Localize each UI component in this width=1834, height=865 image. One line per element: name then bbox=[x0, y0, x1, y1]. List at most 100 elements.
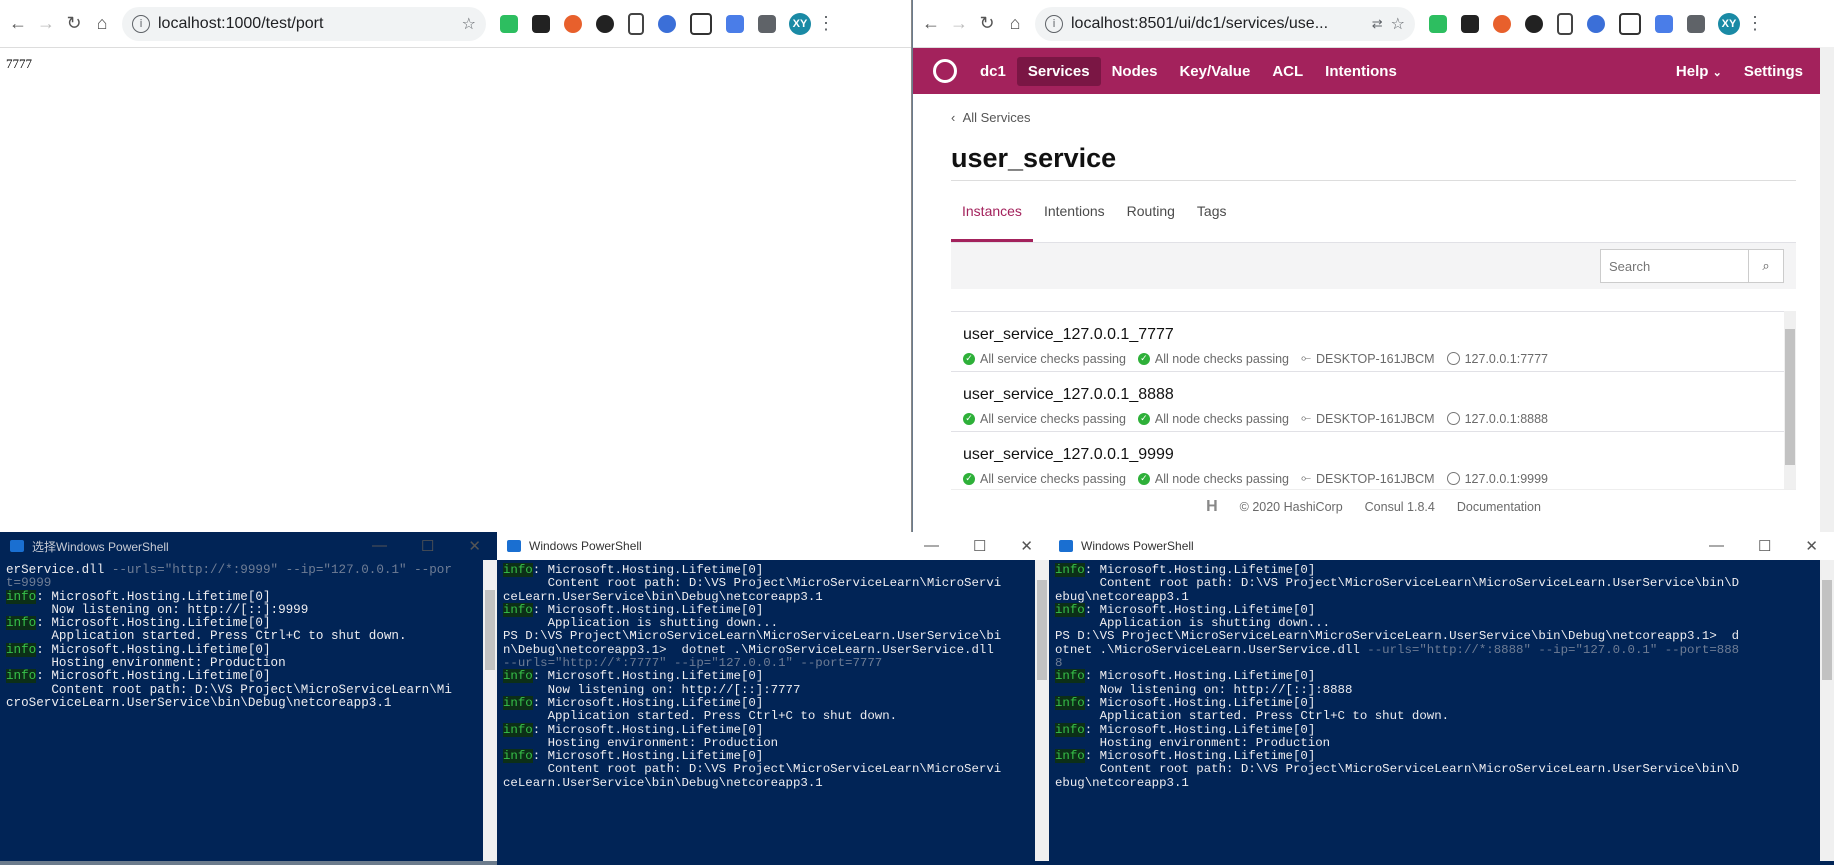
maximize-icon[interactable]: ☐ bbox=[421, 537, 434, 555]
terminal-line: info: Microsoft.Hosting.Lifetime[0] bbox=[503, 695, 1043, 710]
bookmark-star-icon[interactable]: ☆ bbox=[462, 14, 476, 33]
terminal-line: Hosting environment: Production bbox=[1055, 736, 1828, 750]
terminal-scrollbar[interactable] bbox=[1035, 560, 1049, 861]
site-info-icon[interactable]: i bbox=[1045, 14, 1063, 33]
nav-acl[interactable]: ACL bbox=[1261, 57, 1314, 86]
address-bar[interactable]: i localhost:8501/ui/dc1/services/use... … bbox=[1035, 6, 1415, 41]
extension-icon[interactable] bbox=[1587, 14, 1605, 33]
extension-icon[interactable] bbox=[564, 14, 582, 33]
site-info-icon[interactable]: i bbox=[132, 14, 150, 33]
bookmark-extension-icon[interactable] bbox=[1557, 12, 1573, 35]
extension-icon[interactable] bbox=[1493, 14, 1511, 33]
page-scrollbar[interactable] bbox=[1820, 47, 1834, 540]
nav-services[interactable]: Services bbox=[1016, 56, 1101, 86]
extension-icon[interactable] bbox=[658, 14, 676, 33]
extension-icon[interactable] bbox=[1619, 12, 1641, 35]
forward-arrow-icon[interactable]: → bbox=[945, 10, 973, 38]
instance-list-scrollbar[interactable] bbox=[1784, 311, 1796, 489]
back-arrow-icon[interactable]: ← bbox=[917, 10, 945, 38]
url-text: localhost:1000/test/port bbox=[158, 14, 324, 32]
search-input[interactable] bbox=[1601, 250, 1748, 282]
chevron-left-icon: ‹ bbox=[951, 110, 956, 125]
translate-icon[interactable]: ⇄ bbox=[1372, 16, 1383, 32]
terminal-output[interactable]: erService.dll --urls="http://*:9999" --i… bbox=[0, 560, 497, 843]
puzzle-extensions-icon[interactable] bbox=[758, 14, 776, 33]
close-icon[interactable]: ✕ bbox=[1805, 537, 1818, 555]
terminal-line: Application is shutting down... bbox=[503, 617, 1043, 630]
list-item[interactable]: user_service_127.0.0.1_9999 ✓ All service… bbox=[951, 431, 1796, 489]
puzzle-extensions-icon[interactable] bbox=[1687, 14, 1705, 33]
scrollbar-thumb[interactable] bbox=[1822, 580, 1832, 680]
scrollbar-thumb[interactable] bbox=[485, 590, 495, 670]
extension-icon[interactable] bbox=[1461, 14, 1479, 33]
terminal-line: Application is shutting down... bbox=[1055, 617, 1828, 630]
terminal-line: info: Microsoft.Hosting.Lifetime[0] bbox=[1055, 695, 1828, 710]
tab-intentions[interactable]: Intentions bbox=[1033, 191, 1116, 242]
terminal-output[interactable]: info: Microsoft.Hosting.Lifetime[0] Cont… bbox=[1049, 560, 1834, 865]
tab-tags[interactable]: Tags bbox=[1186, 191, 1238, 242]
bookmark-star-icon[interactable]: ☆ bbox=[1391, 14, 1405, 33]
menu-kebab-icon[interactable]: ⋮ bbox=[817, 13, 835, 34]
log-level-label: info bbox=[503, 669, 533, 684]
log-level-label: info bbox=[503, 722, 533, 737]
tab-routing[interactable]: Routing bbox=[1116, 191, 1186, 242]
terminal-output[interactable]: info: Microsoft.Hosting.Lifetime[0] Cont… bbox=[497, 560, 1049, 865]
avatar[interactable]: XY bbox=[789, 12, 811, 35]
minimize-icon[interactable]: — bbox=[924, 537, 939, 555]
documentation-link[interactable]: Documentation bbox=[1457, 500, 1541, 514]
breadcrumb[interactable]: ‹ All Services bbox=[951, 110, 1796, 125]
scrollbar-thumb[interactable] bbox=[1037, 580, 1047, 680]
minimize-icon[interactable]: — bbox=[1709, 537, 1724, 555]
nav-key-value[interactable]: Key/Value bbox=[1168, 57, 1261, 86]
close-icon[interactable]: ✕ bbox=[1020, 537, 1033, 555]
consul-logo-icon[interactable] bbox=[933, 59, 957, 83]
terminal-line: info: Microsoft.Hosting.Lifetime[0] bbox=[6, 642, 491, 657]
home-icon[interactable]: ⌂ bbox=[88, 10, 116, 38]
terminal-line: Application started. Press Ctrl+C to shu… bbox=[503, 710, 1043, 723]
evernote-extension-icon[interactable] bbox=[500, 14, 518, 33]
extension-icon[interactable] bbox=[1655, 14, 1673, 33]
extension-icon[interactable] bbox=[1525, 14, 1543, 33]
node-icon: ⟜ bbox=[1301, 351, 1312, 365]
close-icon[interactable]: ✕ bbox=[468, 537, 481, 555]
check-passing-icon: ✓ bbox=[1137, 472, 1150, 485]
nav-settings[interactable]: Settings bbox=[1733, 57, 1814, 86]
reload-icon[interactable]: ↻ bbox=[60, 10, 88, 38]
terminal-line: ebug\netcoreapp3.1 bbox=[1055, 590, 1828, 604]
search-field[interactable]: ⌕ bbox=[1600, 249, 1784, 283]
terminal-scrollbar[interactable] bbox=[1820, 560, 1834, 861]
log-level-label: info bbox=[1055, 669, 1085, 684]
nav-nodes[interactable]: Nodes bbox=[1101, 57, 1169, 86]
maximize-icon[interactable]: ☐ bbox=[1758, 537, 1771, 555]
avatar[interactable]: XY bbox=[1718, 12, 1740, 35]
maximize-icon[interactable]: ☐ bbox=[973, 537, 986, 555]
datacenter-selector[interactable]: dc1 bbox=[969, 57, 1017, 86]
forward-arrow-icon[interactable]: → bbox=[32, 10, 60, 38]
tab-instances[interactable]: Instances bbox=[951, 191, 1033, 242]
evernote-extension-icon[interactable] bbox=[1429, 14, 1447, 33]
extension-icon[interactable] bbox=[690, 12, 712, 35]
powershell-logo-icon bbox=[10, 540, 24, 552]
address-bar[interactable]: i localhost:1000/test/port ☆ bbox=[122, 6, 486, 41]
search-icon[interactable]: ⌕ bbox=[1748, 250, 1783, 282]
home-icon[interactable]: ⌂ bbox=[1001, 10, 1029, 38]
bookmark-extension-icon[interactable] bbox=[628, 12, 644, 35]
page-body-text: 7777 bbox=[6, 56, 32, 71]
list-item[interactable]: user_service_127.0.0.1_8888 ✓ All service… bbox=[951, 371, 1796, 431]
scrollbar-thumb[interactable] bbox=[1785, 329, 1795, 465]
terminal-scrollbar[interactable] bbox=[483, 560, 497, 861]
back-arrow-icon[interactable]: ← bbox=[4, 10, 32, 38]
nav-intentions[interactable]: Intentions bbox=[1314, 57, 1408, 86]
terminal-line: info: Microsoft.Hosting.Lifetime[0] bbox=[503, 563, 1043, 577]
menu-kebab-icon[interactable]: ⋮ bbox=[1746, 13, 1764, 34]
list-item[interactable]: user_service_127.0.0.1_7777 ✓ All service… bbox=[951, 311, 1796, 371]
extension-icon[interactable] bbox=[726, 14, 744, 33]
terminal-text: Now listening on: http://[::]:7777 bbox=[503, 682, 801, 697]
extension-icon[interactable] bbox=[532, 14, 550, 33]
extension-icon[interactable] bbox=[596, 14, 614, 33]
terminal-text: : Microsoft.Hosting.Lifetime[0] bbox=[532, 749, 764, 764]
minimize-icon[interactable]: — bbox=[372, 537, 387, 555]
terminal-text: --urls="http://*:8888" --ip="127.0.0.1" … bbox=[1367, 642, 1740, 657]
reload-icon[interactable]: ↻ bbox=[973, 10, 1001, 38]
nav-help[interactable]: Help ⌄ bbox=[1665, 57, 1733, 86]
